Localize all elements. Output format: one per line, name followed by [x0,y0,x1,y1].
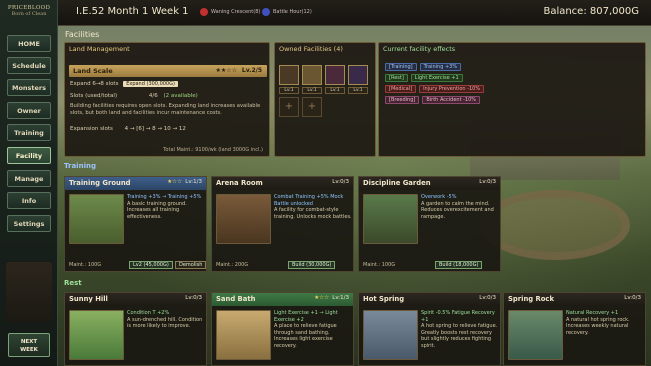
owned-level: Lv:1 [348,87,368,94]
nav-manage[interactable]: Manage [7,170,51,187]
effects-header: Current facility effects [383,45,456,53]
date-label: I.E.52 Month 1 Week 1 [76,6,189,17]
owned-facility-3-icon[interactable] [325,65,345,85]
expansion-slots-row: Expansion slots 4 → [6] → 8 → 10 → 12 [70,126,186,132]
total-maintenance: Total Maint.: 9100/wk (land 3000G incl.) [163,147,263,153]
owned-sand-bath-icon[interactable] [302,65,322,85]
facility-card-sunny-hill[interactable]: Sunny Hill Lv:0/3 Condition T +2% A sun-… [64,292,207,366]
owned-facility-4-icon[interactable] [348,65,368,85]
moon-indicator: Waning Crescent(8) [200,8,260,16]
facility-card-discipline-garden[interactable]: Discipline Garden Lv:0/3 Overwork -5% A … [358,176,501,272]
upgrade-button[interactable]: Lv2 (45,000G) [129,261,173,269]
owned-level: Lv:1 [325,87,345,94]
owned-training-ground-icon[interactable] [279,65,299,85]
facility-card-spring-rock[interactable]: Spring Rock Lv:0/3 Natural Recovery +1 A… [503,292,646,366]
facility-card-hot-spring[interactable]: Hot Spring Lv:0/3 Spirit -0.5% Fatigue R… [358,292,501,366]
effect-row-training: [Training] Training +3% [385,63,462,71]
nav-facility[interactable]: Facility [7,147,51,164]
arena-room-image [216,194,271,244]
owned-level: Lv:1 [302,87,322,94]
effect-row-medical: [Medical] Injury Prevention -10% [385,85,485,93]
owner-portrait [6,262,52,322]
effect-row-breeding: [Breeding] Birth Accident -10% [385,96,481,104]
facility-effects-panel: Current facility effects [Training] Trai… [378,42,646,157]
top-bar: I.E.52 Month 1 Week 1 Waning Crescent(8)… [0,0,651,26]
owned-level: Lv:1 [279,87,299,94]
build-button[interactable]: Build (30,000G) [288,261,336,269]
empty-slot-plus-icon[interactable]: + [302,97,322,117]
facility-card-training-ground[interactable]: Training Ground ★☆☆ Lv:1/3 Training +3% … [64,176,207,272]
training-section-header: Training [64,162,96,170]
slots-row: Slots (used/total) 4/6 (2 available) [70,93,198,99]
land-level: Lv.2/5 [241,67,262,74]
nav-home[interactable]: HOME [7,35,51,52]
battle-indicator: Battle Hour(12) [262,8,312,16]
demolish-button[interactable]: Demolish [175,261,207,269]
spring-rock-image [508,310,563,360]
nav-training[interactable]: Training [7,124,51,141]
page-title: Facilities [65,30,100,39]
land-header: Land Management [69,45,130,53]
discipline-garden-image [363,194,418,244]
arena-silhouette [480,190,630,260]
balance-label: Balance: 807,000G [543,6,639,17]
sidebar: PRICEBLOOD Born of Clean HOME Schedule M… [0,0,58,366]
nav-info[interactable]: Info [7,192,51,209]
next-week-button[interactable]: NEXT WEEK [8,333,50,357]
owned-header: Owned Facilities (4) [279,45,343,53]
nav-monsters[interactable]: Monsters [7,79,51,96]
nav-owner[interactable]: Owner [7,102,51,119]
game-logo: PRICEBLOOD Born of Clean [7,5,51,17]
moon-icon [200,8,208,16]
land-description: Building facilities requires open slots.… [70,103,261,116]
expand-button[interactable]: Expand (300,000G) [123,81,178,87]
battle-icon [262,8,270,16]
land-stars: ★★☆☆ [215,67,237,74]
empty-slot-plus-icon[interactable]: + [279,97,299,117]
facility-card-sand-bath[interactable]: Sand Bath ★☆☆ Lv:1/3 Light Exercise +1 →… [211,292,354,366]
sand-bath-image [216,310,271,360]
land-scale-bar: Land Scale ★★☆☆ Lv.2/5 [69,65,267,77]
expand-row: Expand 6→8 slots Expand (300,000G) [70,81,178,87]
land-management-panel: Land Management Land Scale ★★☆☆ Lv.2/5 E… [64,42,270,157]
build-button[interactable]: Build (18,000G) [435,261,483,269]
rest-section-header: Rest [64,279,82,287]
hot-spring-image [363,310,418,360]
facility-card-arena-room[interactable]: Arena Room Lv:0/3 Combat Training +5% Mo… [211,176,354,272]
effect-row-rest: [Rest] Light Exercise +1 [385,74,463,82]
nav-settings[interactable]: Settings [7,215,51,232]
nav-schedule[interactable]: Schedule [7,57,51,74]
training-ground-image [69,194,124,244]
sunny-hill-image [69,310,124,360]
owned-facilities-panel: Owned Facilities (4) Lv:1 Lv:1 Lv:1 Lv:1… [274,42,376,157]
